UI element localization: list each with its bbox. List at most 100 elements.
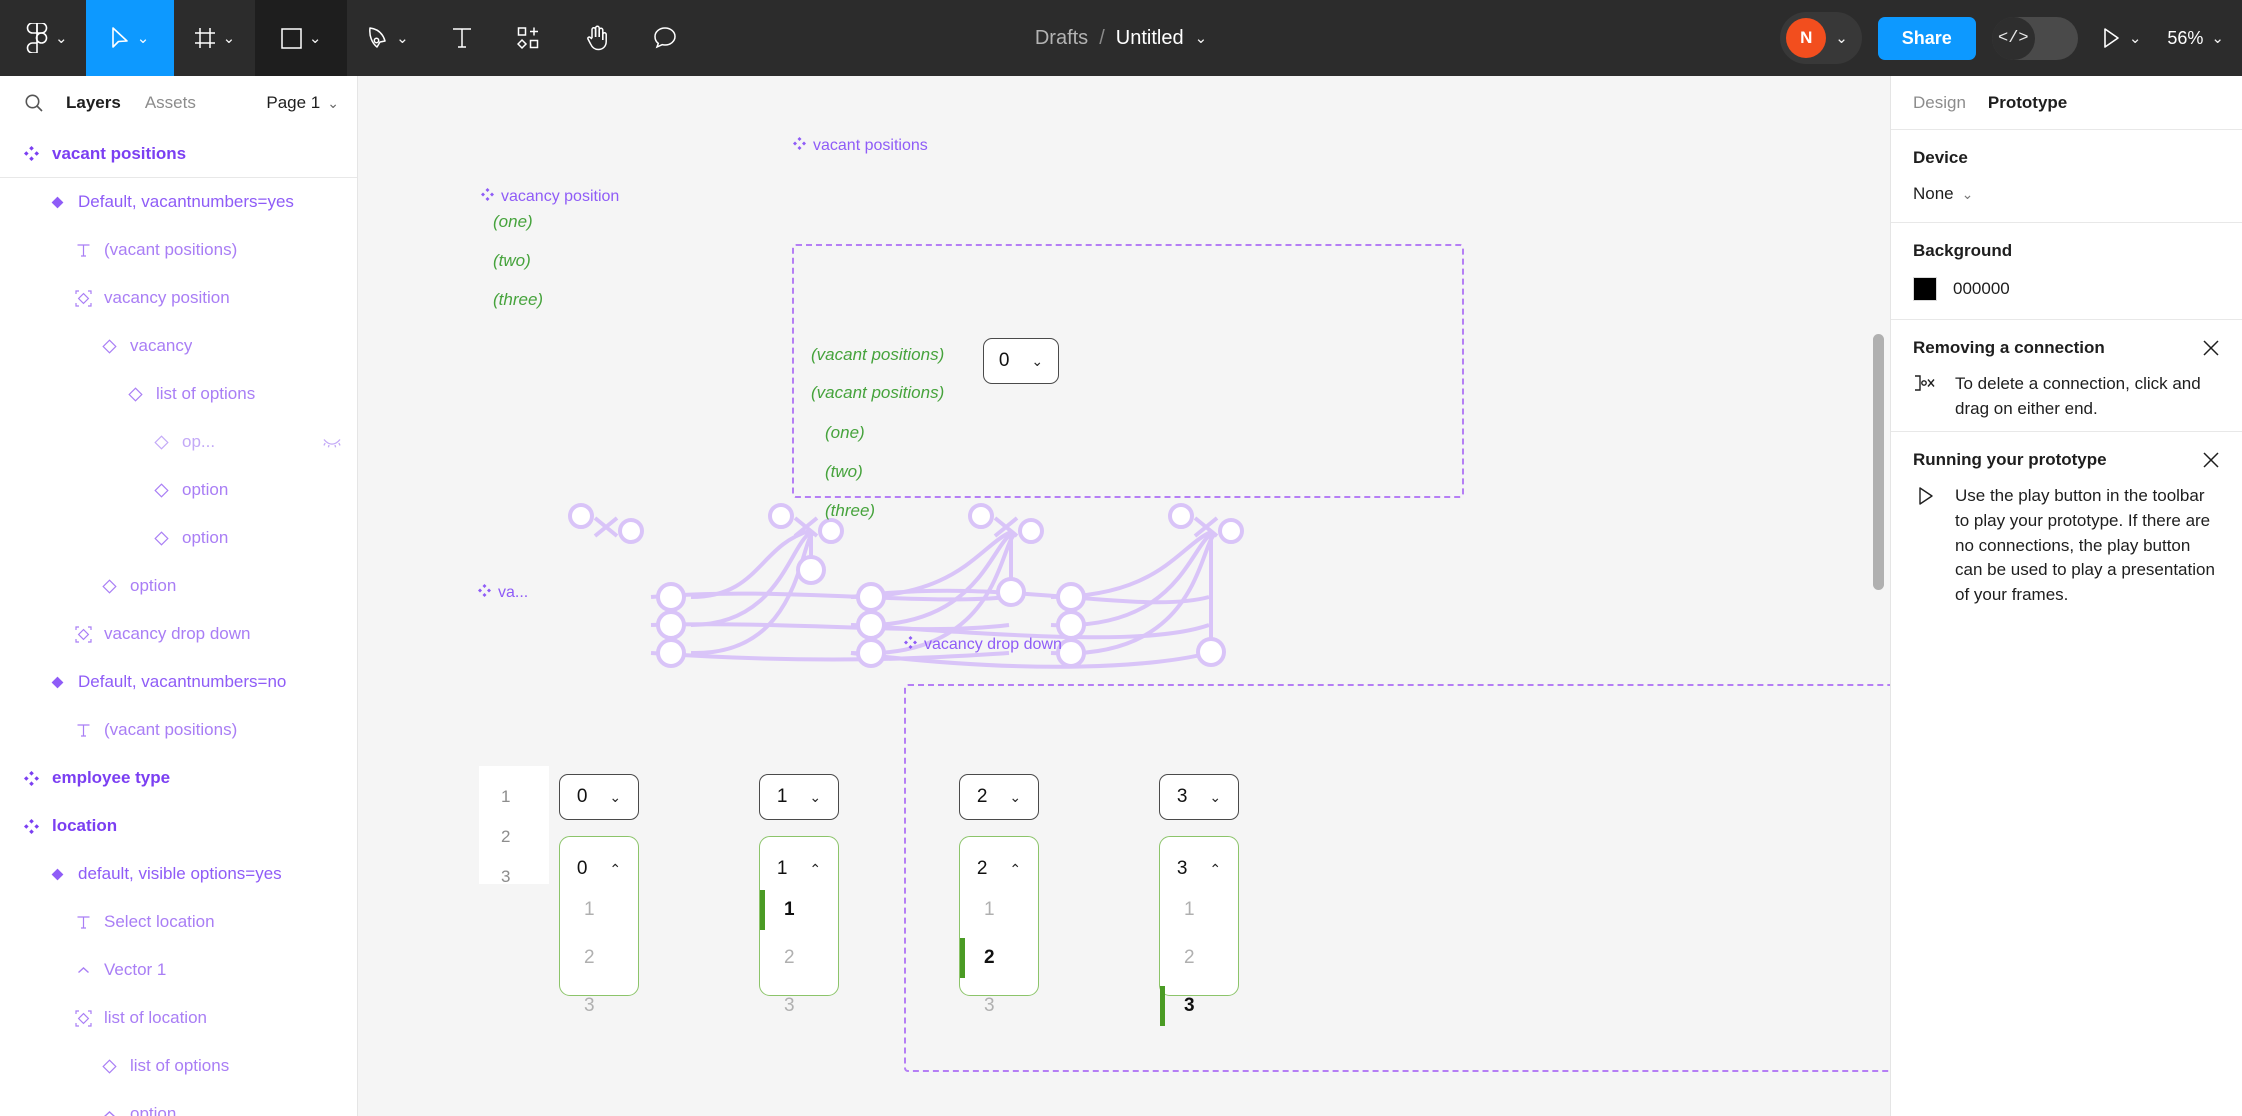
layer-row-option[interactable]: option	[0, 466, 357, 514]
layer-row-option[interactable]: option	[0, 1090, 357, 1116]
dropdown-open-3[interactable]: 3 ⌃ 1 2 3	[1159, 836, 1239, 1026]
dropdown-open-2[interactable]: 2 ⌃ 1 2 3	[959, 836, 1039, 1016]
vacant-positions-text-2: (vacant positions)	[811, 383, 945, 402]
share-button[interactable]: Share	[1877, 16, 1976, 60]
tab-design[interactable]: Design	[1913, 93, 1966, 113]
dev-mode-toggle[interactable]: </>	[1991, 16, 2078, 60]
file-menu-chevron-down-icon[interactable]: ⌄	[1195, 31, 1208, 46]
dropdown-open-0[interactable]: 0 ⌃ 1 2 3	[559, 836, 639, 1016]
avatar-group[interactable]: N ⌄	[1780, 12, 1862, 64]
zoom-control[interactable]: 56% ⌄	[2167, 28, 2224, 49]
canvas-label-vacant-positions[interactable]: vacant positions	[793, 137, 928, 155]
layer-row-option[interactable]: option	[0, 562, 357, 610]
color-swatch[interactable]	[1913, 277, 1937, 301]
close-icon[interactable]	[2202, 451, 2220, 469]
layer-row-vacancy[interactable]: vacancy	[0, 322, 357, 370]
open-card-option[interactable]: 2	[1160, 934, 1238, 982]
shape-tool-button[interactable]: ⌄	[255, 0, 348, 76]
open-card-header[interactable]: 2 ⌃	[960, 852, 1038, 886]
tab-layers[interactable]: Layers	[54, 93, 133, 113]
layer-row-label: list of options	[130, 1056, 230, 1075]
file-name[interactable]: Untitled	[1116, 27, 1184, 50]
present-button[interactable]: ⌄	[2102, 27, 2141, 49]
hand-tool-button[interactable]	[563, 0, 631, 76]
tab-prototype[interactable]: Prototype	[1988, 93, 2067, 113]
layer-row-label: option	[182, 528, 229, 547]
open-card-option[interactable]: 3	[560, 982, 638, 1030]
selected-indicator-bar	[760, 890, 765, 930]
open-card-header[interactable]: 1 ⌃	[760, 852, 838, 886]
dropdown-open-1[interactable]: 1 ⌃ 1 2 3	[759, 836, 839, 1016]
canvas-label-vacancy-drop-down[interactable]: vacancy drop down	[904, 636, 1062, 654]
open-card-option[interactable]: 1	[960, 886, 1038, 934]
pen-tool-button[interactable]: ⌄	[347, 0, 429, 76]
open-card-option[interactable]: 3	[760, 982, 838, 1030]
layer-row-select-location[interactable]: Select location	[0, 898, 357, 946]
background-color-row[interactable]: 000000	[1913, 277, 2220, 301]
open-card-option[interactable]: 1	[760, 886, 838, 934]
layer-row-employee-type[interactable]: employee type	[0, 754, 357, 802]
canvas-label-va-truncated[interactable]: va...	[478, 584, 528, 602]
layer-row-default-vacantnumbers-yes[interactable]: Default, vacantnumbers=yes	[0, 178, 357, 226]
layer-row-label: option	[130, 1104, 177, 1116]
text-tool-button[interactable]	[429, 0, 495, 76]
dropdown-closed-0[interactable]: 0 ⌄	[559, 774, 639, 820]
tip-removing-a-connection: Removing a connection To delete a connec…	[1891, 320, 2242, 433]
move-tool-button[interactable]: ⌄	[85, 0, 174, 76]
page-selector[interactable]: Page 1 ⌄	[266, 93, 339, 113]
list-item[interactable]: 1	[479, 778, 549, 816]
design-canvas[interactable]: vacancy position (one) (two) (three) vac…	[359, 76, 1890, 1116]
layer-row-label: default, visible options=yes	[78, 864, 282, 883]
open-card-header[interactable]: 3 ⌃	[1160, 852, 1238, 886]
layer-row-vacant-positions[interactable]: (vacant positions)	[0, 226, 357, 274]
open-card-header[interactable]: 0 ⌃	[560, 852, 638, 886]
open-card-option[interactable]: 2	[760, 934, 838, 982]
layer-row-vacancy-position[interactable]: vacancy position	[0, 274, 357, 322]
frame-vacancy-drop-down[interactable]	[904, 684, 1890, 1072]
open-card-option[interactable]: 1	[1160, 886, 1238, 934]
layer-row-vacant-positions[interactable]: vacant positions	[0, 130, 357, 178]
layer-row-location[interactable]: location	[0, 802, 357, 850]
frame-tool-button[interactable]: ⌄	[174, 0, 256, 76]
comment-tool-button[interactable]	[631, 0, 699, 76]
open-card-option[interactable]: 2	[560, 934, 638, 982]
dropdown-closed-2[interactable]: 2 ⌄	[959, 774, 1039, 820]
frame-vacant-positions[interactable]	[792, 244, 1464, 498]
layer-row-op[interactable]: op...	[0, 418, 357, 466]
open-card-value: 2	[976, 858, 988, 879]
component-set-icon	[478, 584, 491, 602]
layer-row-list-of-options[interactable]: list of options	[0, 370, 357, 418]
layer-row-list-of-location[interactable]: list of location	[0, 994, 357, 1042]
layer-row-vacant-positions[interactable]: (vacant positions)	[0, 706, 357, 754]
search-icon[interactable]	[14, 93, 54, 113]
open-card-value: 3	[1176, 858, 1188, 879]
instance-diamond-icon	[150, 482, 172, 498]
list-item[interactable]: 3	[479, 858, 549, 896]
canvas-vertical-scrollbar[interactable]	[1873, 334, 1884, 590]
open-card-option[interactable]: 1	[560, 886, 638, 934]
background-hex-value[interactable]: 000000	[1953, 279, 2010, 299]
va-truncated-list[interactable]: 1 2 3	[479, 766, 549, 886]
layer-row-option[interactable]: option	[0, 514, 357, 562]
list-item[interactable]: 2	[479, 818, 549, 856]
layer-row-default-visible-options-yes[interactable]: default, visible options=yes	[0, 850, 357, 898]
figma-menu-button[interactable]: ⌄	[0, 0, 86, 76]
layer-row-vector-1[interactable]: Vector 1	[0, 946, 357, 994]
layer-row-list-of-options[interactable]: list of options	[0, 1042, 357, 1090]
resources-tool-button[interactable]	[495, 0, 563, 76]
vacant-positions-select[interactable]: 0 ⌄	[983, 338, 1059, 384]
eye-closed-icon[interactable]	[323, 436, 341, 448]
device-select[interactable]: None ⌄	[1913, 184, 2220, 204]
open-card-option[interactable]: 2	[960, 934, 1038, 982]
dropdown-closed-1[interactable]: 1 ⌄	[759, 774, 839, 820]
breadcrumb-project[interactable]: Drafts	[1035, 27, 1088, 50]
open-card-option[interactable]: 3	[1160, 982, 1238, 1030]
layer-row-default-vacantnumbers-no[interactable]: Default, vacantnumbers=no	[0, 658, 357, 706]
dropdown-closed-3[interactable]: 3 ⌄	[1159, 774, 1239, 820]
canvas-label-vacancy-position[interactable]: vacancy position	[481, 188, 619, 206]
layer-row-vacancy-drop-down[interactable]: vacancy drop down	[0, 610, 357, 658]
tab-assets[interactable]: Assets	[133, 93, 208, 113]
close-icon[interactable]	[2202, 339, 2220, 357]
chevron-up-icon	[98, 1107, 120, 1116]
open-card-option[interactable]: 3	[960, 982, 1038, 1030]
